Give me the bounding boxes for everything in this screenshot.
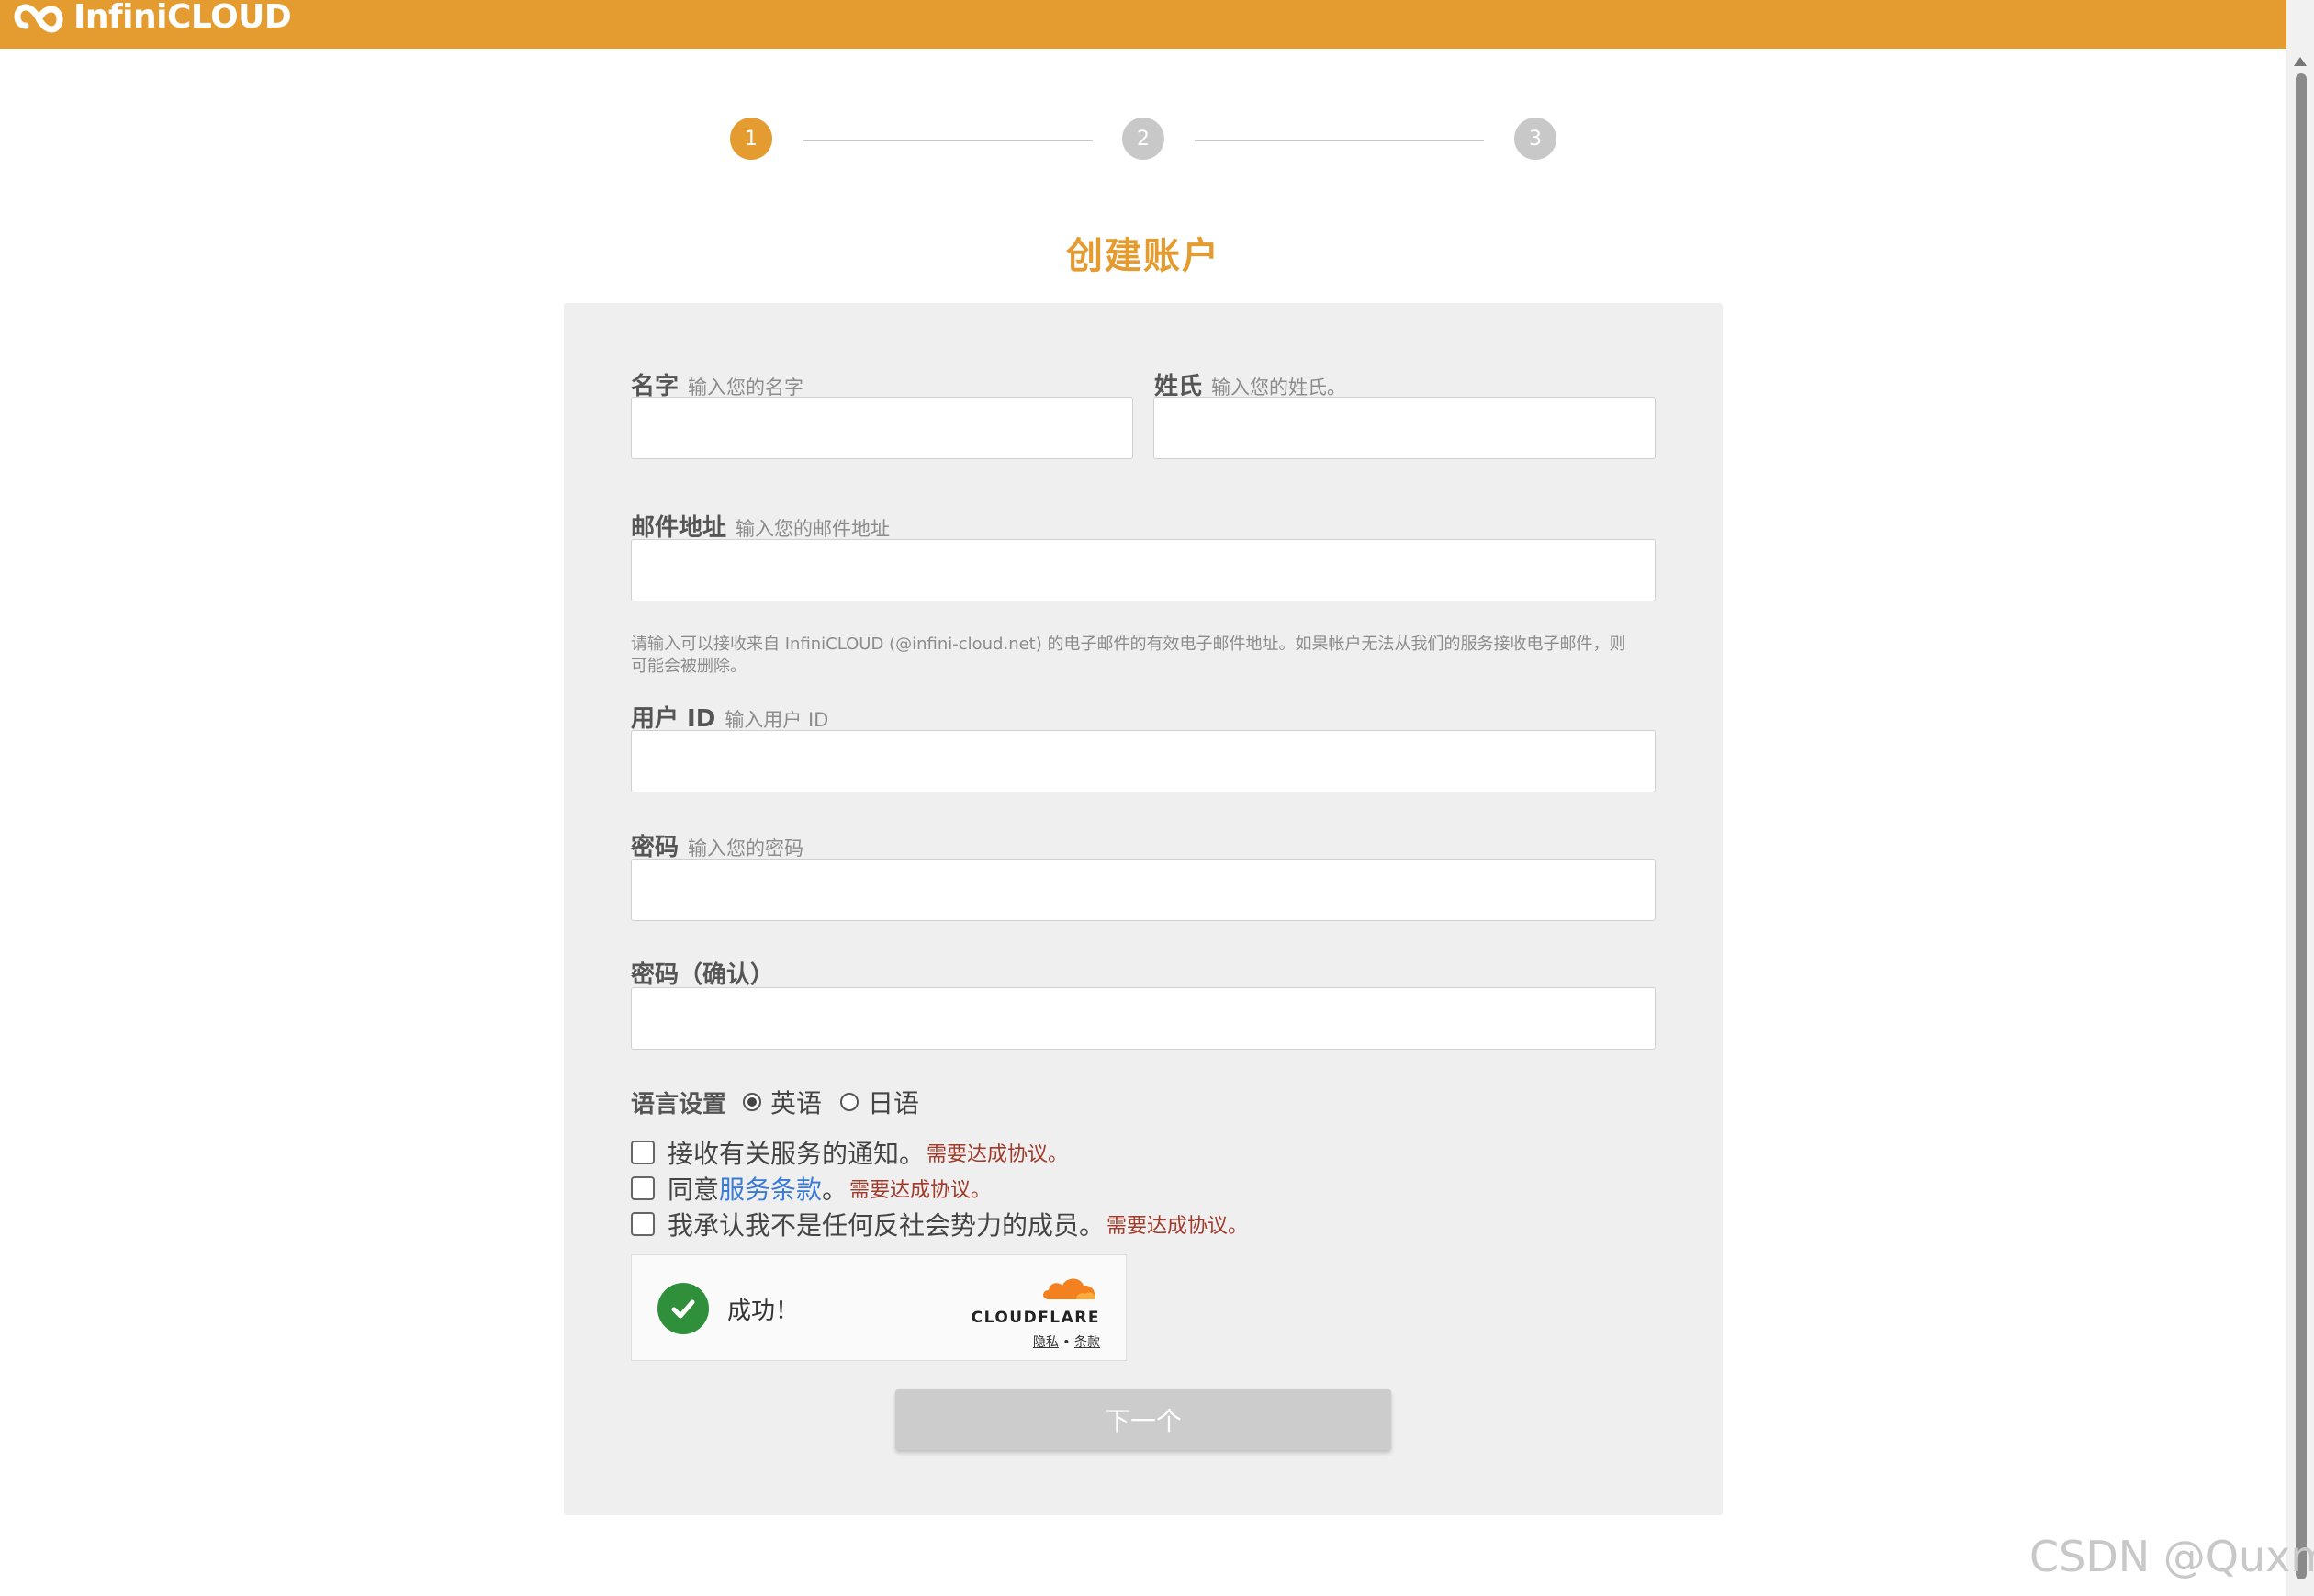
language-english-radio[interactable] — [743, 1093, 762, 1111]
email-note: 请输入可以接收来自 InfiniCLOUD (@infini-cloud.net… — [631, 635, 1626, 676]
step-3: 3 — [1514, 118, 1556, 160]
email-label: 邮件地址 — [631, 514, 727, 542]
cloudflare-link-separator: • — [1062, 1335, 1071, 1350]
progress-stepper: 1 2 3 — [730, 118, 1556, 160]
terms-suffix: 。 — [822, 1175, 848, 1205]
notify-checkbox[interactable] — [631, 1141, 655, 1164]
password-confirm-label-row: 密码（确认） — [631, 956, 774, 990]
password-label: 密码 — [631, 834, 680, 861]
page-title: 创建账户 — [1066, 235, 1220, 277]
notify-text[interactable]: 接收有关服务的通知。 — [668, 1134, 925, 1171]
scroll-thumb[interactable] — [2296, 73, 2307, 1579]
notify-required: 需要达成协议。 — [927, 1143, 1069, 1166]
password-confirm-label: 密码（确认） — [631, 961, 775, 989]
antisocial-required: 需要达成协议。 — [1106, 1215, 1249, 1238]
user-id-input[interactable] — [631, 730, 1656, 792]
vertical-scrollbar[interactable] — [2286, 0, 2314, 1596]
watermark-text: CSDN @Quxm — [2029, 1532, 2314, 1581]
next-button[interactable]: 下一个 — [895, 1389, 1391, 1450]
cloudflare-links: 隐私 • 条款 — [962, 1332, 1100, 1351]
notify-check-row: 接收有关服务的通知。 需要达成协议。 — [631, 1134, 1068, 1171]
password-label-row: 密码 输入您的密码 — [631, 828, 803, 862]
cloudflare-privacy-link[interactable]: 隐私 — [1033, 1335, 1059, 1350]
language-japanese-radio[interactable] — [840, 1093, 859, 1111]
step-1: 1 — [730, 118, 772, 160]
email-label-row: 邮件地址 输入您的邮件地址 — [631, 509, 890, 543]
antisocial-text[interactable]: 我承认我不是任何反社会势力的成员。 — [668, 1206, 1105, 1242]
password-hint: 输入您的密码 — [688, 837, 804, 860]
email-hint: 输入您的邮件地址 — [736, 518, 891, 540]
brand-logo[interactable]: InfiniCLOUD — [9, 0, 292, 36]
password-confirm-input[interactable] — [631, 987, 1656, 1050]
top-header-bar: InfiniCLOUD — [0, 0, 2286, 49]
terms-check-row: 同意服务条款。 需要达成协议。 — [631, 1170, 991, 1207]
first-name-input[interactable] — [631, 397, 1133, 459]
antisocial-checkbox[interactable] — [631, 1212, 655, 1236]
last-name-input[interactable] — [1153, 397, 1656, 459]
radio-selected-dot — [747, 1097, 758, 1107]
language-japanese-label[interactable]: 日语 — [868, 1084, 919, 1120]
language-label: 语言设置 — [631, 1090, 727, 1118]
terms-of-service-link[interactable]: 服务条款 — [719, 1175, 822, 1205]
scroll-up-arrow-icon[interactable] — [2294, 57, 2307, 66]
user-id-label: 用户 ID — [631, 705, 716, 733]
step-connector-1 — [803, 140, 1093, 141]
cloudflare-branding: CLOUDFLARE 隐私 • 条款 — [962, 1274, 1100, 1351]
terms-required: 需要达成协议。 — [849, 1179, 992, 1202]
language-english-label[interactable]: 英语 — [770, 1084, 822, 1120]
captcha-status: 成功！ — [727, 1298, 800, 1325]
step-connector-2 — [1195, 140, 1484, 141]
user-id-label-row: 用户 ID 输入用户 ID — [631, 700, 828, 734]
success-check-icon — [657, 1283, 709, 1334]
cloudflare-cloud-icon — [1043, 1278, 1095, 1299]
brand-name: InfiniCLOUD — [73, 0, 292, 36]
terms-prefix[interactable]: 同意 — [668, 1175, 719, 1205]
infinity-logo-icon — [14, 4, 63, 33]
cloudflare-name: CLOUDFLARE — [971, 1309, 1100, 1327]
cloudflare-terms-link[interactable]: 条款 — [1074, 1335, 1100, 1350]
cloudflare-captcha-widget[interactable]: 成功！ CLOUDFLARE 隐私 • 条款 — [631, 1254, 1127, 1361]
language-setting-row: 语言设置 英语 日语 — [631, 1084, 919, 1120]
terms-checkbox[interactable] — [631, 1176, 655, 1200]
password-input[interactable] — [631, 859, 1656, 921]
terms-text: 同意服务条款。 — [668, 1170, 848, 1207]
step-2: 2 — [1122, 118, 1164, 160]
antisocial-check-row: 我承认我不是任何反社会势力的成员。 需要达成协议。 — [631, 1206, 1248, 1242]
email-input[interactable] — [631, 539, 1656, 601]
user-id-hint: 输入用户 ID — [725, 709, 829, 731]
